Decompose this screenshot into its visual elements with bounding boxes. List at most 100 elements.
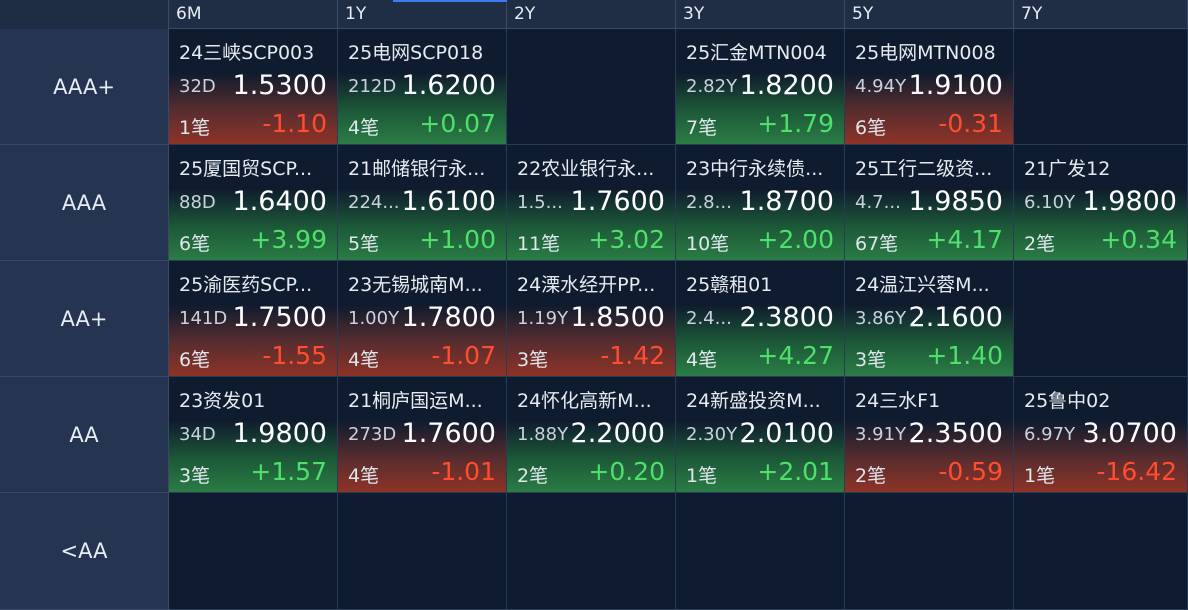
- bond-yield: 1.7600: [570, 186, 665, 217]
- bond-name: 24三水F1: [855, 390, 941, 412]
- bond-yield: 2.0100: [739, 418, 834, 449]
- bond-cell[interactable]: 21桐庐国运M... 273D 1.7600 4笔 -1.01: [338, 377, 507, 493]
- bond-cell[interactable]: 24怀化高新M... 1.88Y 2.2000 2笔 +0.20: [507, 377, 676, 493]
- bond-cell[interactable]: 23无锡城南M... 1.00Y 1.7800 4笔 -1.07: [338, 261, 507, 377]
- yield-change: +2.01: [757, 457, 834, 486]
- row-header-5[interactable]: <AA: [0, 493, 169, 610]
- bond-name: 25电网SCP018: [348, 42, 484, 64]
- yield-change: +4.17: [926, 225, 1003, 254]
- bond-cell[interactable]: 23中行永续债... 2.8... 1.8700 10笔 +2.00: [676, 145, 845, 261]
- yield-change: -0.31: [938, 109, 1003, 138]
- empty-cell: [676, 493, 845, 610]
- bond-term: 32D: [179, 76, 216, 97]
- bond-yield: 2.2000: [570, 418, 665, 449]
- bond-term: 3.91Y: [855, 424, 907, 445]
- bond-cell[interactable]: 25汇金MTN004 2.82Y 1.8200 7笔 +1.79: [676, 29, 845, 145]
- row-header-1[interactable]: AAA+: [0, 29, 169, 145]
- bond-yield: 1.6400: [232, 186, 327, 217]
- row-header-4[interactable]: AA: [0, 377, 169, 493]
- bond-term: 6.10Y: [1024, 192, 1076, 213]
- bond-cell[interactable]: 24溧水经开PP... 1.19Y 1.8500 3笔 -1.42: [507, 261, 676, 377]
- column-header-6m[interactable]: 6M: [169, 0, 338, 29]
- bond-yield: 2.3500: [908, 418, 1003, 449]
- bond-yield: 1.9850: [908, 186, 1003, 217]
- empty-cell: [338, 493, 507, 610]
- bond-yield: 2.1600: [908, 302, 1003, 333]
- bond-cell[interactable]: 25鲁中02 6.97Y 3.0700 1笔 -16.42: [1014, 377, 1188, 493]
- yield-change: -1.01: [431, 457, 496, 486]
- bond-term: 1.00Y: [348, 308, 400, 329]
- bond-name: 24溧水经开PP...: [517, 274, 656, 296]
- trade-count: 7笔: [686, 117, 718, 139]
- bond-name: 25鲁中02: [1024, 390, 1111, 412]
- bond-name: 21广发12: [1024, 158, 1111, 180]
- bond-term: 34D: [179, 424, 216, 445]
- yield-change: +0.20: [588, 457, 665, 486]
- yield-change: -1.55: [262, 341, 327, 370]
- bond-cell[interactable]: 25电网SCP018 212D 1.6200 4笔 +0.07: [338, 29, 507, 145]
- bond-name: 25厦国贸SCP...: [179, 158, 313, 180]
- bond-cell[interactable]: 25电网MTN008 4.94Y 1.9100 6笔 -0.31: [845, 29, 1014, 145]
- trade-count: 1笔: [179, 117, 211, 139]
- bond-name: 24温江兴蓉M...: [855, 274, 990, 296]
- column-header-5y[interactable]: 5Y: [845, 0, 1014, 29]
- bond-cell[interactable]: 22农业银行永... 1.5... 1.7600 11笔 +3.02: [507, 145, 676, 261]
- column-header-3y[interactable]: 3Y: [676, 0, 845, 29]
- bond-name: 25汇金MTN004: [686, 42, 827, 64]
- bond-cell[interactable]: 24温江兴蓉M... 3.86Y 2.1600 3笔 +1.40: [845, 261, 1014, 377]
- bond-term: 1.19Y: [517, 308, 569, 329]
- trade-count: 3笔: [517, 349, 549, 371]
- column-header-2y[interactable]: 2Y: [507, 0, 676, 29]
- bond-cell[interactable]: 24新盛投资M... 2.30Y 2.0100 1笔 +2.01: [676, 377, 845, 493]
- bond-yield: 1.8700: [739, 186, 834, 217]
- yield-change: +3.02: [588, 225, 665, 254]
- bond-term: 4.94Y: [855, 76, 907, 97]
- yield-change: -1.07: [431, 341, 496, 370]
- trade-count: 2笔: [517, 465, 549, 487]
- bond-yield: 1.7500: [232, 302, 327, 333]
- row-header-3[interactable]: AA+: [0, 261, 169, 377]
- trade-count: 5笔: [348, 233, 380, 255]
- bond-name: 23中行永续债...: [686, 158, 824, 180]
- bond-name: 24怀化高新M...: [517, 390, 652, 412]
- yield-change: -0.59: [938, 457, 1003, 486]
- bond-cell[interactable]: 24三水F1 3.91Y 2.3500 2笔 -0.59: [845, 377, 1014, 493]
- bond-cell[interactable]: 25赣租01 2.4... 2.3800 4笔 +4.27: [676, 261, 845, 377]
- yield-change: +1.40: [926, 341, 1003, 370]
- bond-name: 23资发01: [179, 390, 266, 412]
- trade-count: 4笔: [686, 349, 718, 371]
- column-header-7y[interactable]: 7Y: [1014, 0, 1188, 29]
- bond-name: 24三峡SCP003: [179, 42, 315, 64]
- bond-yield: 1.8500: [570, 302, 665, 333]
- bond-name: 25赣租01: [686, 274, 773, 296]
- bond-term: 141D: [179, 308, 228, 329]
- trade-count: 2笔: [1024, 233, 1056, 255]
- row-header-2[interactable]: AAA: [0, 145, 169, 261]
- bond-yield: 1.9800: [1082, 186, 1177, 217]
- bond-yield: 1.5300: [232, 70, 327, 101]
- trade-count: 6笔: [179, 233, 211, 255]
- bond-term: 2.82Y: [686, 76, 738, 97]
- bond-cell[interactable]: 23资发01 34D 1.9800 3笔 +1.57: [169, 377, 338, 493]
- bond-term: 273D: [348, 424, 397, 445]
- yield-change: +2.00: [757, 225, 834, 254]
- bond-term: 212D: [348, 76, 397, 97]
- bond-cell[interactable]: 25渝医药SCP... 141D 1.7500 6笔 -1.55: [169, 261, 338, 377]
- trade-count: 1笔: [1024, 465, 1056, 487]
- bond-cell[interactable]: 25工行二级资... 4.7... 1.9850 67笔 +4.17: [845, 145, 1014, 261]
- column-header-1y[interactable]: 1Y: [338, 0, 508, 29]
- bond-cell[interactable]: 21广发12 6.10Y 1.9800 2笔 +0.34: [1014, 145, 1188, 261]
- bond-yield: 1.9100: [908, 70, 1003, 101]
- bond-yield: 1.8200: [739, 70, 834, 101]
- trade-count: 10笔: [686, 233, 730, 255]
- yield-change: -16.42: [1096, 457, 1177, 486]
- bond-term: 1.5...: [517, 192, 563, 213]
- trade-count: 6笔: [855, 117, 887, 139]
- bond-cell[interactable]: 21邮储银行永... 224... 1.6100 5笔 +1.00: [338, 145, 507, 261]
- yield-change: -1.10: [262, 109, 327, 138]
- empty-cell: [1014, 493, 1188, 610]
- bond-cell[interactable]: 25厦国贸SCP... 88D 1.6400 6笔 +3.99: [169, 145, 338, 261]
- bond-cell[interactable]: 24三峡SCP003 32D 1.5300 1笔 -1.10: [169, 29, 338, 145]
- bond-term: 2.4...: [686, 308, 732, 329]
- bond-term: 1.88Y: [517, 424, 569, 445]
